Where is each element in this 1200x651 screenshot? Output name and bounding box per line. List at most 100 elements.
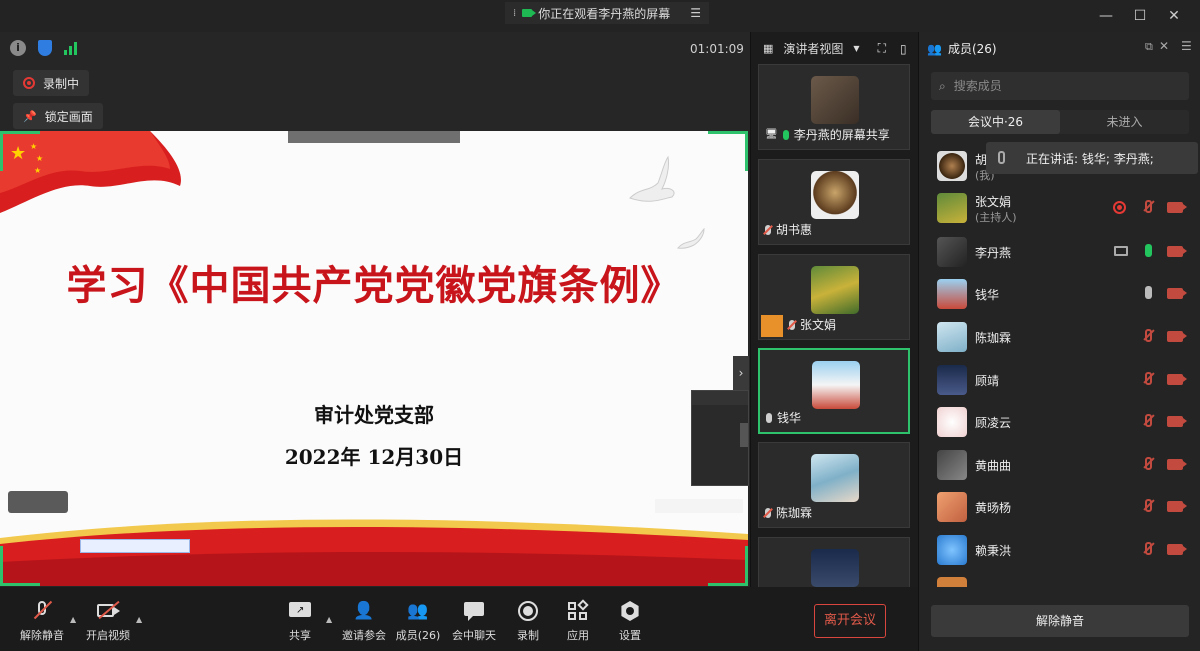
mic-muted-icon[interactable]: [1145, 542, 1152, 555]
video-tile-active[interactable]: 钱华: [758, 348, 910, 434]
video-tile[interactable]: [758, 537, 910, 587]
avatar: [937, 193, 967, 223]
share-button[interactable]: ↗ 共享: [270, 601, 330, 643]
slide-title: 学习《中国共产党党徽党旗条例》: [66, 262, 682, 309]
mic-icon: [782, 129, 789, 140]
share-screen-icon: ↗: [289, 601, 311, 621]
inner-chat-controls: [8, 491, 68, 513]
tile-name: 李丹燕的屏幕共享: [793, 128, 890, 142]
mic-muted-icon[interactable]: [1145, 499, 1152, 512]
fullscreen-icon[interactable]: ⛶: [878, 41, 886, 56]
member-row[interactable]: 钱华: [919, 273, 1200, 315]
mic-icon[interactable]: [1145, 286, 1152, 299]
chat-label: 会中聊天: [452, 629, 496, 642]
list-icon[interactable]: ☰: [690, 6, 701, 20]
settings-button[interactable]: 设置: [600, 601, 660, 643]
mic-muted-icon[interactable]: [1145, 457, 1152, 470]
camera-off-icon[interactable]: [1167, 246, 1187, 257]
host-icon: [761, 315, 783, 337]
avatar: [811, 266, 859, 314]
sidebar-toggle-icon[interactable]: ▯: [900, 42, 907, 56]
video-tile[interactable]: 张文娟: [758, 254, 910, 340]
camera-off-icon[interactable]: [1167, 202, 1187, 213]
member-row[interactable]: 黄曲曲: [919, 444, 1200, 486]
camera-off-icon[interactable]: [1167, 501, 1187, 512]
mic-muted-icon[interactable]: [1145, 372, 1152, 385]
tile-name: 钱华: [777, 411, 802, 425]
chevron-down-icon[interactable]: ▼: [853, 44, 859, 53]
chevron-up-icon[interactable]: ▲: [136, 615, 142, 624]
mic-icon[interactable]: [1145, 244, 1152, 257]
grid-icon[interactable]: ▦: [763, 42, 773, 55]
apps-label: 应用: [567, 629, 589, 642]
mic-muted-icon[interactable]: [1145, 329, 1152, 342]
camera-off-icon[interactable]: [1167, 374, 1187, 385]
unmute-all-button[interactable]: 解除静音: [931, 605, 1189, 637]
member-row[interactable]: 赖秉洪: [919, 529, 1200, 571]
record-icon: [517, 601, 539, 621]
avatar: [937, 577, 967, 587]
floating-video-window[interactable]: [691, 390, 749, 486]
member-row[interactable]: 张文娟 (主持人): [919, 187, 1200, 229]
camera-off-icon[interactable]: [1167, 331, 1187, 342]
avatar: [811, 171, 859, 219]
record-icon: [23, 77, 35, 89]
unmute-button[interactable]: 解除静音: [12, 600, 72, 643]
mic-muted-icon: [765, 224, 771, 235]
leave-meeting-button[interactable]: 离开会议: [814, 604, 886, 638]
screen-share-icon: 🖥: [765, 129, 778, 140]
member-row[interactable]: 顾凌云: [919, 401, 1200, 443]
chevron-up-icon[interactable]: ▲: [70, 615, 76, 624]
close-button[interactable]: ✕: [1164, 6, 1184, 26]
recording-indicator[interactable]: 录制中: [13, 70, 90, 96]
camera-off-icon[interactable]: [1167, 288, 1187, 299]
video-tile[interactable]: 胡书惠: [758, 159, 910, 245]
start-video-button[interactable]: 开启视频: [78, 600, 138, 643]
shield-icon[interactable]: [38, 40, 52, 56]
chat-button[interactable]: 会中聊天: [444, 601, 504, 643]
camera-off-icon[interactable]: [1167, 544, 1187, 555]
lock-view-button[interactable]: 📌 锁定画面: [13, 103, 103, 129]
maximize-button[interactable]: ☐: [1130, 6, 1150, 26]
view-mode-label[interactable]: 演讲者视图: [783, 40, 843, 57]
popout-icon[interactable]: ⧉: [1145, 40, 1153, 54]
invite-button[interactable]: 👤 邀请参会: [334, 601, 394, 643]
title-bar: ⁞ 你正在观看李丹燕的屏幕 ☰ — ☐ ✕: [0, 0, 1200, 32]
close-panel-icon[interactable]: ✕: [1159, 39, 1169, 53]
tab-not-joined[interactable]: 未进入: [1060, 110, 1189, 134]
tile-name: 陈珈霖: [776, 506, 813, 520]
screen-share-icon: [1114, 246, 1128, 256]
focus-corner: [708, 131, 748, 171]
add-user-icon: 👤: [353, 601, 375, 621]
shared-screen: ★ ★ ★ ★ 学习《中国共产党党徽党旗条例》 审计处党支部 2022年 12月…: [0, 131, 748, 586]
chevron-up-icon[interactable]: ▲: [326, 615, 332, 624]
dove-image: [629, 155, 705, 249]
members-button[interactable]: 👥 成员(26): [388, 601, 448, 643]
apps-button[interactable]: 应用: [548, 599, 608, 643]
member-search[interactable]: ⌕: [931, 72, 1189, 100]
slide-department: 审计处党支部: [314, 403, 434, 427]
video-tile[interactable]: 🖥 李丹燕的屏幕共享: [758, 64, 910, 150]
signal-icon[interactable]: [64, 41, 77, 55]
video-tile[interactable]: 陈珈霖: [758, 442, 910, 528]
camera-off-icon[interactable]: [1167, 459, 1187, 470]
collapse-panel-button[interactable]: ›: [733, 356, 749, 390]
mic-muted-icon[interactable]: [1145, 414, 1152, 427]
minimize-button[interactable]: —: [1096, 6, 1116, 26]
member-row[interactable]: 黄旸杨: [919, 486, 1200, 528]
avatar: [812, 361, 860, 409]
mic-muted-icon[interactable]: [1145, 200, 1152, 213]
watching-text: 你正在观看李丹燕的屏幕: [538, 6, 671, 21]
member-row[interactable]: 李丹燕: [919, 231, 1200, 273]
more-icon[interactable]: ☰: [1181, 39, 1192, 53]
search-input[interactable]: [953, 79, 1154, 93]
member-row[interactable]: 陈珈霖: [919, 316, 1200, 358]
member-row[interactable]: 顾靖: [919, 359, 1200, 401]
member-name: 陈珈霖: [975, 331, 1012, 345]
camera-off-icon[interactable]: [1167, 416, 1187, 427]
focus-corner: [0, 131, 40, 171]
tab-in-meeting[interactable]: 会议中·26: [931, 110, 1060, 134]
info-icon[interactable]: i: [10, 40, 26, 56]
recording-icon: [1113, 201, 1126, 214]
avatar: [937, 450, 967, 480]
